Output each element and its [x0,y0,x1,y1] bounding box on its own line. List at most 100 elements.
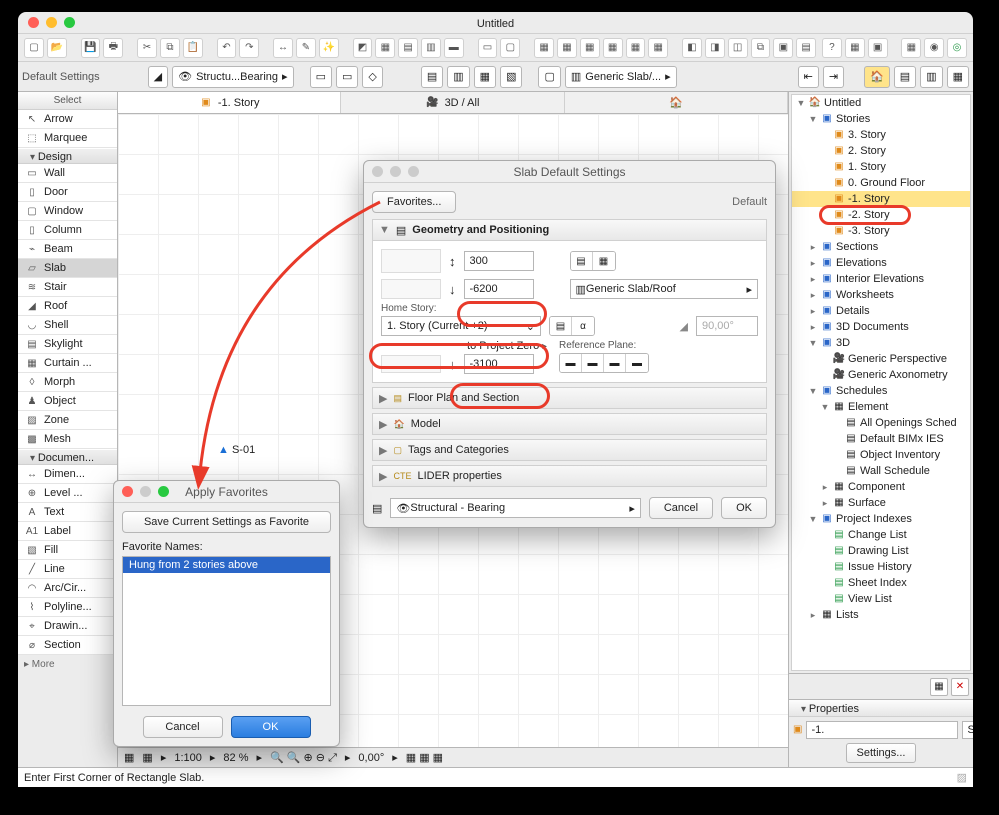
tool-dimen-[interactable]: ↔Dimen... [18,465,117,484]
tree-sched-surface[interactable]: ▸▦Surface [792,495,970,511]
ref5-icon[interactable]: ▢ [538,66,560,88]
tree-proj-item-1[interactable]: ▤Drawing List [792,543,970,559]
slab-cancel-button[interactable]: Cancel [649,497,713,519]
bt3-icon[interactable]: ◎ [947,38,967,58]
toolbox-more[interactable]: ▸ More [18,655,117,674]
navigator-tree[interactable]: ▼🏠Untitled▼▣Stories▣3. Story▣2. Story▣1.… [791,94,971,671]
toolbox-group-design[interactable]: ▾ Design [18,148,117,164]
t5-icon[interactable]: ▬ [444,38,464,58]
section-model[interactable]: ▶🏠Model [372,413,767,435]
t3-icon[interactable]: ▤ [398,38,418,58]
construction-method-1[interactable]: ▭ [310,66,332,88]
tool-text[interactable]: AText [18,503,117,522]
ref-plane-seg[interactable]: ▬▬▬▬ [559,353,649,373]
tree-3d-item-0[interactable]: 🎥Generic Perspective [792,351,970,367]
tree-elevations[interactable]: ▸▣Elevations [792,255,970,271]
g3-icon[interactable]: ▦ [580,38,600,58]
tree-story-2[interactable]: ▣1. Story [792,159,970,175]
m4-icon[interactable]: ⧉ [751,38,771,58]
g2-icon[interactable]: ▦ [557,38,577,58]
properties-header[interactable]: ▾ Properties [789,699,973,717]
home-story-combo[interactable]: 1. Story (Current +2)⌄ [381,316,541,336]
view-icon[interactable]: ▣ [868,38,888,58]
tool-shell[interactable]: ◡Shell [18,316,117,335]
tree-story-3[interactable]: ▣0. Ground Floor [792,175,970,191]
tree-proj-item-3[interactable]: ▤Sheet Index [792,575,970,591]
save-favorite-button[interactable]: Save Current Settings as Favorite [122,511,331,533]
tree-root[interactable]: ▼🏠Untitled [792,95,970,111]
tool-curtain-[interactable]: ▦Curtain ... [18,354,117,373]
toolbox-group-document[interactable]: ▾ Documen... [18,449,117,465]
eyedropper-icon[interactable]: ✎ [296,38,316,58]
favorite-item[interactable]: Hung from 2 stories above [123,557,330,573]
tool-arrow[interactable]: ↖Arrow [18,110,117,129]
tool-mesh[interactable]: ▩Mesh [18,430,117,449]
resize-grip-icon[interactable]: ▨ [957,771,967,784]
sb-zoomctl[interactable]: 🔍 🔍 ⊕ ⊖ ⤢ [270,751,337,765]
tree-proj-item-4[interactable]: ▤View List [792,591,970,607]
slab-ok-button[interactable]: OK [721,497,767,519]
tree-story-1[interactable]: ▣2. Story [792,143,970,159]
tree-proj-item-2[interactable]: ▤Issue History [792,559,970,575]
construction-method-2[interactable]: ▭ [336,66,358,88]
tree-sched-component[interactable]: ▸▦Component [792,479,970,495]
tree-proj-item-0[interactable]: ▤Change List [792,527,970,543]
material-combo[interactable]: ▥ Generic Slab/... ▸ [565,66,677,88]
tool-marquee[interactable]: ⬚Marquee [18,129,117,148]
save-icon[interactable]: 💾 [81,38,101,58]
settings-button[interactable]: Settings... [846,743,917,763]
tree-lists[interactable]: ▸▦Lists [792,607,970,623]
ref2-icon[interactable]: ▥ [447,66,469,88]
tree-3d[interactable]: ▼▣3D [792,335,970,351]
t4-icon[interactable]: ▥ [421,38,441,58]
section-geometry[interactable]: ▼ ▤ Geometry and Positioning [372,219,767,241]
fav-cancel-button[interactable]: Cancel [143,716,223,738]
sb-icon1[interactable]: ▦ [124,751,134,764]
tool-beam[interactable]: ⌁Beam [18,240,117,259]
tree-3d-item-1[interactable]: 🎥Generic Axonometry [792,367,970,383]
tree-story-5[interactable]: ▣-2. Story [792,207,970,223]
tool-line[interactable]: ╱Line [18,560,117,579]
tree-sched-item-0[interactable]: ▤All Openings Sched [792,415,970,431]
m1-icon[interactable]: ◧ [682,38,702,58]
tree-details[interactable]: ▸▣Details [792,303,970,319]
open-icon[interactable]: 📂 [47,38,67,58]
structure-seg[interactable]: ▤▦ [570,251,616,271]
t2-icon[interactable]: ▦ [375,38,395,58]
geometry-method-1[interactable]: ◢ [148,66,168,88]
tree-3ddocs[interactable]: ▸▣3D Documents [792,319,970,335]
tree-stories[interactable]: ▼▣Stories [792,111,970,127]
navt2-icon[interactable]: ▥ [920,66,942,88]
tool-stair[interactable]: ≋Stair [18,278,117,297]
tool-arc-cir-[interactable]: ◠Arc/Cir... [18,579,117,598]
tool-skylight[interactable]: ▤Skylight [18,335,117,354]
layer-combo[interactable]: 👁 Structu...Bearing ▸ [172,66,293,88]
fav-ok-button[interactable]: OK [231,716,311,738]
redo-icon[interactable]: ↷ [239,38,259,58]
undo-icon[interactable]: ↶ [217,38,237,58]
tool-door[interactable]: ▯Door [18,183,117,202]
cut-icon[interactable]: ✂ [137,38,157,58]
tree-story-6[interactable]: ▣-3. Story [792,223,970,239]
paste-icon[interactable]: 📋 [183,38,203,58]
tree-story-0[interactable]: ▣3. Story [792,127,970,143]
sb-more[interactable]: ▦ ▦ ▦ [406,751,443,764]
m5-icon[interactable]: ▣ [773,38,793,58]
tree-interior-elev[interactable]: ▸▣Interior Elevations [792,271,970,287]
construction-method-3[interactable]: ◇ [362,66,382,88]
ref4-icon[interactable]: ▧ [500,66,522,88]
story-seg[interactable]: ▤α [549,316,595,336]
copy-icon[interactable]: ⧉ [160,38,180,58]
tool-slab[interactable]: ▱Slab [18,259,117,278]
nav1-icon[interactable]: ⇤ [798,66,819,88]
favorites-list[interactable]: Hung from 2 stories above [122,556,331,706]
tree-sched-item-2[interactable]: ▤Object Inventory [792,447,970,463]
tree-worksheets[interactable]: ▸▣Worksheets [792,287,970,303]
g1-icon[interactable]: ▦ [534,38,554,58]
tool-level-[interactable]: ⊕Level ... [18,484,117,503]
section-tags-and-categories[interactable]: ▶▢Tags and Categories [372,439,767,461]
g5-icon[interactable]: ▦ [626,38,646,58]
m2-icon[interactable]: ◨ [705,38,725,58]
mode1-icon[interactable]: ▭ [478,38,498,58]
prop-story-name[interactable] [962,721,973,739]
